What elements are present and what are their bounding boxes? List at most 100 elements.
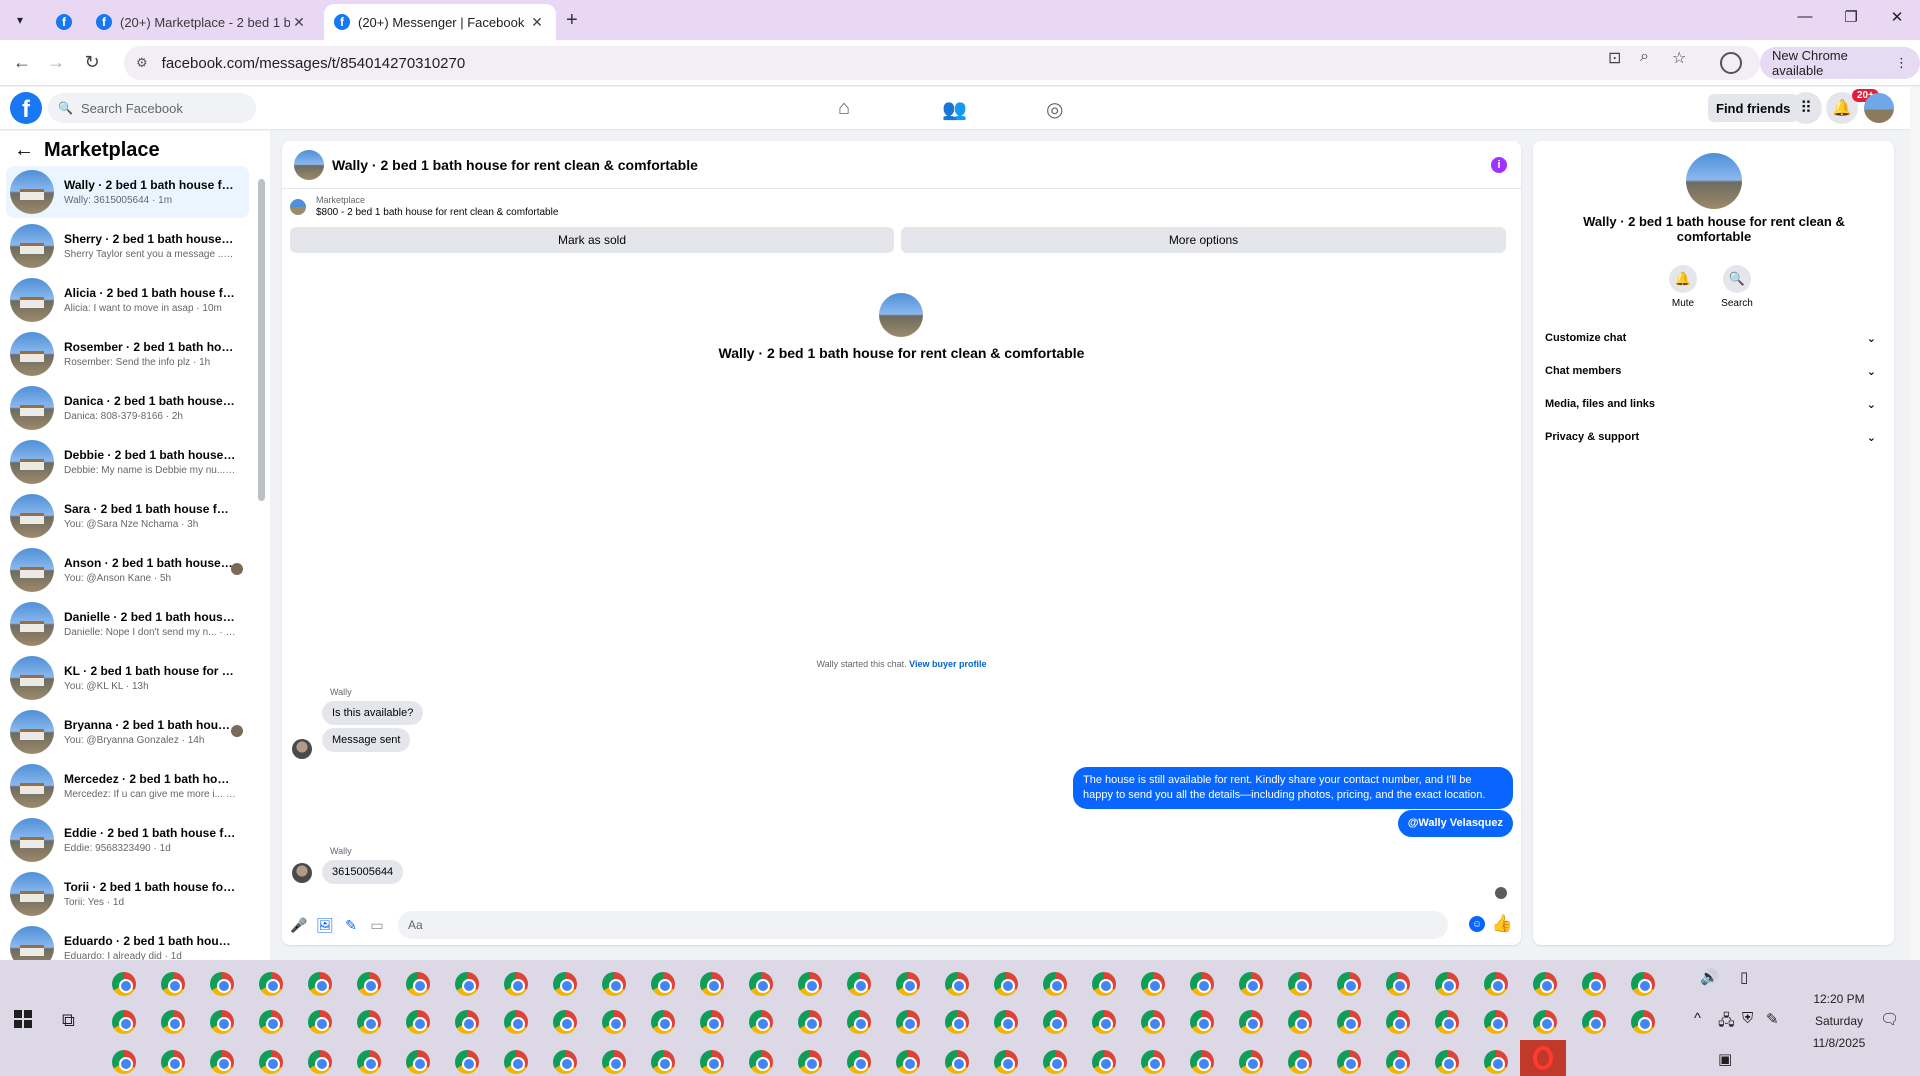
chrome-taskbar-icon[interactable] xyxy=(1190,1050,1214,1074)
mark-as-sold-button[interactable]: Mark as sold xyxy=(290,227,894,253)
chrome-taskbar-icon[interactable] xyxy=(602,1010,626,1034)
volume-icon[interactable]: 🔊 xyxy=(1700,968,1719,986)
new-tab-button[interactable]: + xyxy=(566,9,578,32)
chrome-taskbar-icon[interactable] xyxy=(1190,972,1214,996)
task-view-icon[interactable]: ⧉ xyxy=(62,1010,75,1031)
chrome-taskbar-icon[interactable] xyxy=(553,972,577,996)
chrome-taskbar-icon[interactable] xyxy=(112,1050,136,1074)
chrome-taskbar-icon[interactable] xyxy=(994,972,1018,996)
chrome-taskbar-icon[interactable] xyxy=(945,1050,969,1074)
chat-list-item[interactable]: Mercedez · 2 bed 1 bath house ... Mercede… xyxy=(6,760,249,812)
network-icon[interactable]: 🖧 xyxy=(1718,1010,1735,1035)
chrome-taskbar-icon[interactable] xyxy=(1337,1010,1361,1034)
tab-marketplace[interactable]: f (20+) Marketplace - 2 bed 1 bath ✕ xyxy=(86,4,318,40)
pen-icon[interactable]: ✎ xyxy=(1766,1010,1779,1028)
chrome-taskbar-icon[interactable] xyxy=(259,1050,283,1074)
chrome-taskbar-icon[interactable] xyxy=(896,1010,920,1034)
thumbs-up-icon[interactable]: 👍 xyxy=(1492,914,1513,934)
chat-list-item[interactable]: Sara · 2 bed 1 bath house for re... You: … xyxy=(6,490,249,542)
chrome-taskbar-icon[interactable] xyxy=(651,1010,675,1034)
page-scrollbar[interactable] xyxy=(1910,87,1920,960)
section-privacy-support[interactable]: Privacy & support ⌄ xyxy=(1545,425,1882,449)
forward-arrow-icon[interactable]: → xyxy=(44,52,68,73)
chrome-taskbar-icon[interactable] xyxy=(357,1050,381,1074)
chrome-taskbar-icon[interactable] xyxy=(553,1010,577,1034)
info-icon[interactable]: i xyxy=(1491,157,1507,173)
window-close-icon[interactable]: ✕ xyxy=(1882,8,1912,26)
show-hidden-icons-icon[interactable]: ^ xyxy=(1694,1010,1701,1027)
chrome-taskbar-icon[interactable] xyxy=(1337,1050,1361,1074)
address-bar[interactable]: ⚙ facebook.com/messages/t/85401427031027… xyxy=(124,46,1760,80)
minimize-icon[interactable]: — xyxy=(1790,8,1820,25)
chrome-taskbar-icon[interactable] xyxy=(994,1010,1018,1034)
chrome-taskbar-icon[interactable] xyxy=(455,1050,479,1074)
chrome-taskbar-icon[interactable] xyxy=(994,1050,1018,1074)
chrome-taskbar-icon[interactable] xyxy=(749,1010,773,1034)
profile-icon[interactable] xyxy=(1720,52,1742,74)
chrome-taskbar-icon[interactable] xyxy=(945,1010,969,1034)
chrome-taskbar-icon[interactable] xyxy=(1043,1010,1067,1034)
chrome-taskbar-icon[interactable] xyxy=(210,1050,234,1074)
chrome-taskbar-icon[interactable] xyxy=(1141,972,1165,996)
chat-list-item[interactable]: Wally · 2 bed 1 bath house for r... Wally… xyxy=(6,166,249,218)
chrome-taskbar-icon[interactable] xyxy=(553,1050,577,1074)
gif-icon[interactable]: ▭ xyxy=(368,916,386,934)
new-chrome-available-button[interactable]: New Chrome available ⋮ xyxy=(1760,47,1920,79)
chrome-taskbar-icon[interactable] xyxy=(161,972,185,996)
install-app-icon[interactable]: ⊡ xyxy=(1608,48,1621,68)
message-bubble-incoming[interactable]: 3615005644 xyxy=(322,860,404,884)
chrome-taskbar-icon[interactable] xyxy=(945,972,969,996)
chrome-taskbar-icon[interactable] xyxy=(259,972,283,996)
chrome-taskbar-icon[interactable] xyxy=(896,1050,920,1074)
conversation-avatar[interactable] xyxy=(294,149,324,180)
chat-list-item[interactable]: Danielle · 2 bed 1 bath house fo... Danie… xyxy=(6,598,249,650)
chat-list-item[interactable]: Sherry · 2 bed 1 bath house for ... Sherr… xyxy=(6,220,249,272)
chrome-taskbar-icon[interactable] xyxy=(1484,972,1508,996)
chrome-taskbar-icon[interactable] xyxy=(1288,1010,1312,1034)
chrome-taskbar-icon[interactable] xyxy=(1092,1050,1116,1074)
chrome-taskbar-icon[interactable] xyxy=(1631,972,1655,996)
chrome-taskbar-icon[interactable] xyxy=(700,1050,724,1074)
chrome-taskbar-icon[interactable] xyxy=(1239,1010,1263,1034)
chrome-taskbar-icon[interactable] xyxy=(357,972,381,996)
chrome-taskbar-icon[interactable] xyxy=(1533,1010,1557,1034)
message-bubble-incoming[interactable]: Is this available? xyxy=(322,701,424,725)
chrome-taskbar-icon[interactable] xyxy=(1141,1010,1165,1034)
chrome-taskbar-icon[interactable] xyxy=(210,1010,234,1034)
chrome-taskbar-icon[interactable] xyxy=(308,972,332,996)
message-bubble-mention[interactable]: @Wally Velasquez xyxy=(1397,810,1513,837)
chrome-taskbar-icon[interactable] xyxy=(700,972,724,996)
opera-icon[interactable] xyxy=(1520,1040,1566,1076)
security-icon[interactable]: ⛨ xyxy=(1742,1010,1753,1027)
chrome-taskbar-icon[interactable] xyxy=(308,1050,332,1074)
message-bubble-incoming[interactable]: Message sent xyxy=(322,728,411,752)
chrome-taskbar-icon[interactable] xyxy=(406,1050,430,1074)
tab-messenger[interactable]: f (20+) Messenger | Facebook ✕ xyxy=(324,4,556,40)
chrome-taskbar-icon[interactable] xyxy=(406,1010,430,1034)
chat-list-item[interactable]: Bryanna · 2 bed 1 bath house... You: @Bry… xyxy=(6,706,249,758)
section-media-files-links[interactable]: Media, files and links ⌄ xyxy=(1545,392,1882,416)
chrome-taskbar-icon[interactable] xyxy=(1386,1050,1410,1074)
home-icon[interactable]: ⌂ xyxy=(838,97,850,120)
zoom-icon[interactable]: ⌕ xyxy=(1640,48,1649,66)
chrome-taskbar-icon[interactable] xyxy=(602,972,626,996)
chrome-taskbar-icon[interactable] xyxy=(161,1050,185,1074)
app-tray-icon[interactable]: ▣ xyxy=(1718,1050,1732,1068)
chrome-taskbar-icon[interactable] xyxy=(1582,1010,1606,1034)
chrome-taskbar-icon[interactable] xyxy=(651,1050,675,1074)
chrome-taskbar-icon[interactable] xyxy=(700,1010,724,1034)
site-info-icon[interactable]: ⚙ xyxy=(136,55,148,71)
chrome-taskbar-icon[interactable] xyxy=(1484,1050,1508,1074)
chat-list-item[interactable]: KL · 2 bed 1 bath house for rent... You: … xyxy=(6,652,249,704)
listing-summary[interactable]: Marketplace $800 - 2 bed 1 bath house fo… xyxy=(290,195,558,218)
chrome-taskbar-icon[interactable] xyxy=(210,972,234,996)
chrome-taskbar-icon[interactable] xyxy=(896,972,920,996)
chrome-taskbar-icon[interactable] xyxy=(406,972,430,996)
chrome-taskbar-icon[interactable] xyxy=(847,972,871,996)
chat-list-item[interactable]: Torii · 2 bed 1 bath house for re... Tori… xyxy=(6,868,249,920)
chrome-taskbar-icon[interactable] xyxy=(308,1010,332,1034)
chrome-taskbar-icon[interactable] xyxy=(455,972,479,996)
account-avatar[interactable] xyxy=(1864,93,1894,123)
chrome-taskbar-icon[interactable] xyxy=(1288,972,1312,996)
chrome-taskbar-icon[interactable] xyxy=(1435,1050,1459,1074)
